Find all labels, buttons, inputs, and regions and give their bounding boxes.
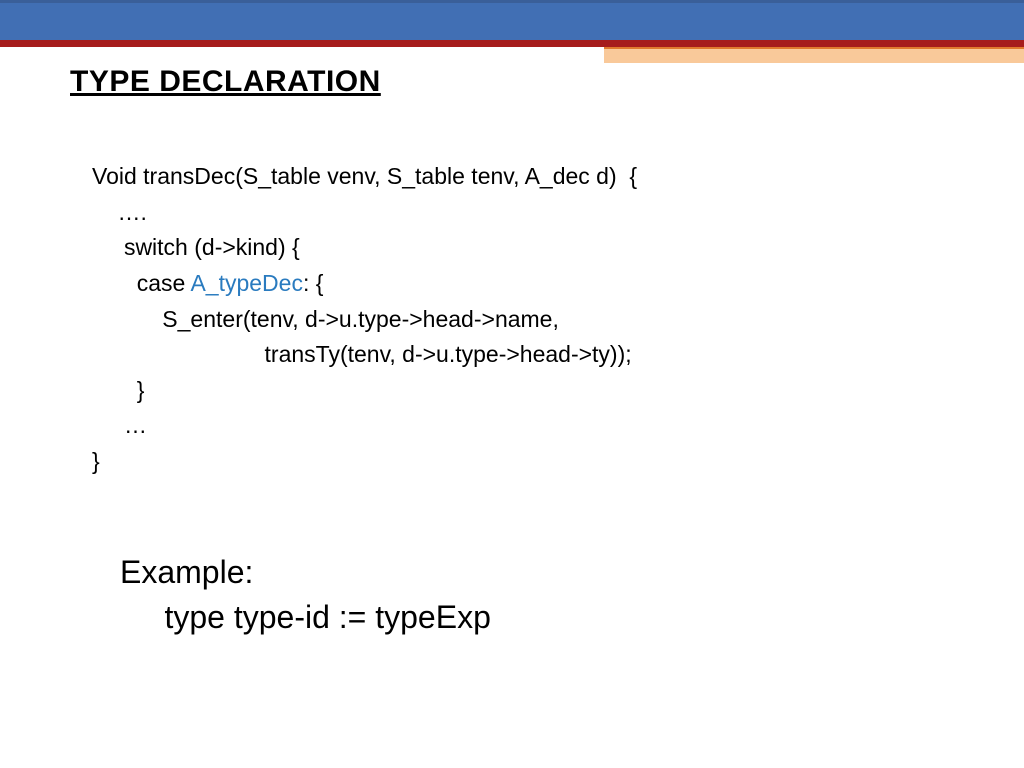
code-line: : {	[303, 270, 323, 296]
code-line: S_enter(tenv, d->u.type->head->name,	[92, 306, 559, 332]
code-line: case	[92, 270, 190, 296]
code-line: transTy(tenv, d->u.type->head->ty));	[92, 341, 632, 367]
code-line: }	[92, 448, 100, 474]
code-line: switch (d->kind) {	[92, 234, 300, 260]
example-line: type type-id := typeExp	[120, 599, 491, 635]
code-line: ….	[92, 199, 147, 225]
header-red-bar	[0, 40, 1024, 47]
slide-title: TYPE DECLARATION	[70, 65, 954, 99]
slide-content: TYPE DECLARATION Void transDec(S_table v…	[0, 47, 1024, 639]
code-line: }	[92, 377, 144, 403]
code-line: …	[92, 412, 147, 438]
code-block: Void transDec(S_table venv, S_table tenv…	[92, 159, 954, 480]
example-block: Example: type type-id := typeExp	[120, 550, 954, 640]
header-orange-bar	[604, 47, 1024, 63]
code-highlight: A_typeDec	[190, 270, 303, 296]
code-line: Void transDec(S_table venv, S_table tenv…	[92, 163, 637, 189]
header-blue-bar	[0, 0, 1024, 40]
example-line: Example:	[120, 554, 253, 590]
